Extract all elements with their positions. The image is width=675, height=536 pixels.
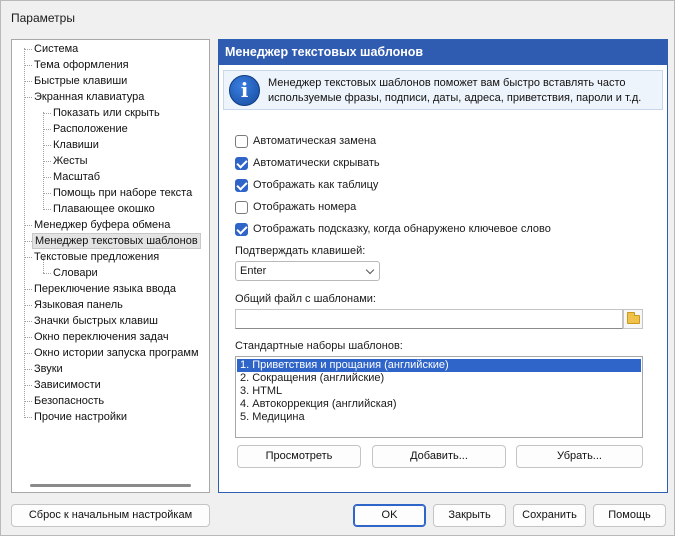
tree-item-floating-window[interactable]: Плавающее окошко (51, 201, 157, 217)
window-title: Параметры (11, 11, 75, 25)
info-text-line: используемые фразы, подписи, даты, адрес… (268, 92, 642, 104)
info-icon: i (229, 75, 260, 106)
tree-item-text-suggestions[interactable]: Текстовые предложения (32, 249, 161, 265)
list-item[interactable]: 2. Сокращения (английские) (237, 372, 641, 385)
shared-file-input[interactable] (235, 309, 623, 329)
list-item[interactable]: 5. Медицина (237, 411, 641, 424)
panel-title: Менеджер текстовых шаблонов (219, 40, 667, 65)
tree-branch (24, 65, 32, 66)
confirm-key-value: Enter (240, 265, 267, 277)
tree-item-security[interactable]: Безопасность (32, 393, 106, 409)
show-numbers-label[interactable]: Отображать номера (253, 201, 356, 213)
tree-item-language-bar[interactable]: Языковая панель (32, 297, 125, 313)
tree-branch (43, 193, 51, 194)
tree-branch (24, 225, 32, 226)
tree-item-theme[interactable]: Тема оформления (32, 57, 131, 73)
list-item[interactable]: 1. Приветствия и прощания (английские) (237, 359, 641, 372)
tree-connector (24, 48, 25, 418)
tree-branch (24, 369, 32, 370)
tree-horizontal-scrollbar[interactable] (30, 484, 191, 487)
list-item[interactable]: 3. HTML (237, 385, 641, 398)
tree-item-clipboard-manager[interactable]: Менеджер буфера обмена (32, 217, 172, 233)
ok-button[interactable]: OK (353, 504, 426, 527)
tree-item-text-templates[interactable]: Менеджер текстовых шаблонов (32, 233, 201, 249)
tree-item-keys[interactable]: Клавиши (51, 137, 101, 153)
info-text: Менеджер текстовых шаблонов поможет вам … (268, 76, 660, 106)
tree-item-scale[interactable]: Масштаб (51, 169, 102, 185)
tree-branch (24, 417, 32, 418)
auto-hide-checkbox[interactable] (235, 157, 248, 170)
standard-sets-list[interactable]: 1. Приветствия и прощания (английские) 2… (235, 356, 643, 438)
tree-branch (43, 177, 51, 178)
browse-folder-button[interactable] (623, 309, 643, 329)
tree-branch (43, 161, 51, 162)
info-box: i Менеджер текстовых шаблонов поможет ва… (223, 70, 663, 110)
tree-branch (24, 401, 32, 402)
settings-window: Параметры Система Тема оформления Быстры… (0, 0, 675, 536)
save-button[interactable]: Сохранить (513, 504, 586, 527)
show-numbers-checkbox[interactable] (235, 201, 248, 214)
content-panel: Менеджер текстовых шаблонов i Менеджер т… (218, 39, 668, 493)
close-button[interactable]: Закрыть (433, 504, 506, 527)
tree-item-sounds[interactable]: Звуки (32, 361, 65, 377)
view-button[interactable]: Просмотреть (237, 445, 361, 468)
auto-hide-label[interactable]: Автоматически скрывать (253, 157, 380, 169)
tree-item-other-settings[interactable]: Прочие настройки (32, 409, 129, 425)
tree-branch (24, 289, 32, 290)
show-as-table-checkbox[interactable] (235, 179, 248, 192)
folder-icon (627, 312, 640, 324)
tree-item-system[interactable]: Система (32, 41, 80, 57)
chevron-down-icon (365, 265, 375, 275)
help-button[interactable]: Помощь (593, 504, 666, 527)
tree-branch (43, 113, 51, 114)
tree-item-position[interactable]: Расположение (51, 121, 130, 137)
tree-item-hotkey-icons[interactable]: Значки быстрых клавиш (32, 313, 160, 329)
tree-branch (24, 337, 32, 338)
tree-branch (43, 129, 51, 130)
reset-defaults-button[interactable]: Сброс к начальным настройкам (11, 504, 210, 527)
add-button[interactable]: Добавить... (372, 445, 506, 468)
tree-branch (24, 49, 32, 50)
auto-replace-checkbox[interactable] (235, 135, 248, 148)
show-as-table-label[interactable]: Отображать как таблицу (253, 179, 378, 191)
tree-item-input-language[interactable]: Переключение языка ввода (32, 281, 178, 297)
tree-branch (24, 385, 32, 386)
tree-branch (24, 81, 32, 82)
show-hint-label[interactable]: Отображать подсказку, когда обнаружено к… (253, 223, 551, 235)
show-hint-checkbox[interactable] (235, 223, 248, 236)
tree-branch (24, 321, 32, 322)
tree-branch (43, 209, 51, 210)
tree-branch (24, 353, 32, 354)
tree-branch (24, 241, 32, 242)
confirm-key-label: Подтверждать клавишей: (235, 245, 366, 257)
tree-item-typing-help[interactable]: Помощь при наборе текста (51, 185, 194, 201)
tree-item-launch-history[interactable]: Окно истории запуска программ (32, 345, 201, 361)
tree-item-dependencies[interactable]: Зависимости (32, 377, 103, 393)
confirm-key-select[interactable]: Enter (235, 261, 380, 281)
tree-branch (43, 273, 51, 274)
tree-branch (43, 145, 51, 146)
list-item[interactable]: 4. Автокоррекция (английская) (237, 398, 641, 411)
auto-replace-label[interactable]: Автоматическая замена (253, 135, 376, 147)
title-bar: Параметры (1, 1, 674, 35)
tree-item-gestures[interactable]: Жесты (51, 153, 90, 169)
tree-item-show-hide[interactable]: Показать или скрыть (51, 105, 162, 121)
standard-sets-label: Стандартные наборы шаблонов: (235, 340, 403, 352)
tree-branch (24, 97, 32, 98)
tree-item-task-switcher[interactable]: Окно переключения задач (32, 329, 171, 345)
tree-branch (24, 257, 32, 258)
info-text-line: Менеджер текстовых шаблонов поможет вам … (268, 77, 626, 89)
tree-item-dictionaries[interactable]: Словари (51, 265, 100, 281)
tree-item-onscreen-keyboard[interactable]: Экранная клавиатура (32, 89, 146, 105)
settings-tree[interactable]: Система Тема оформления Быстрые клавиши … (11, 39, 210, 493)
tree-branch (24, 305, 32, 306)
remove-button[interactable]: Убрать... (516, 445, 643, 468)
shared-file-label: Общий файл с шаблонами: (235, 293, 376, 305)
tree-item-hotkeys[interactable]: Быстрые клавиши (32, 73, 129, 89)
